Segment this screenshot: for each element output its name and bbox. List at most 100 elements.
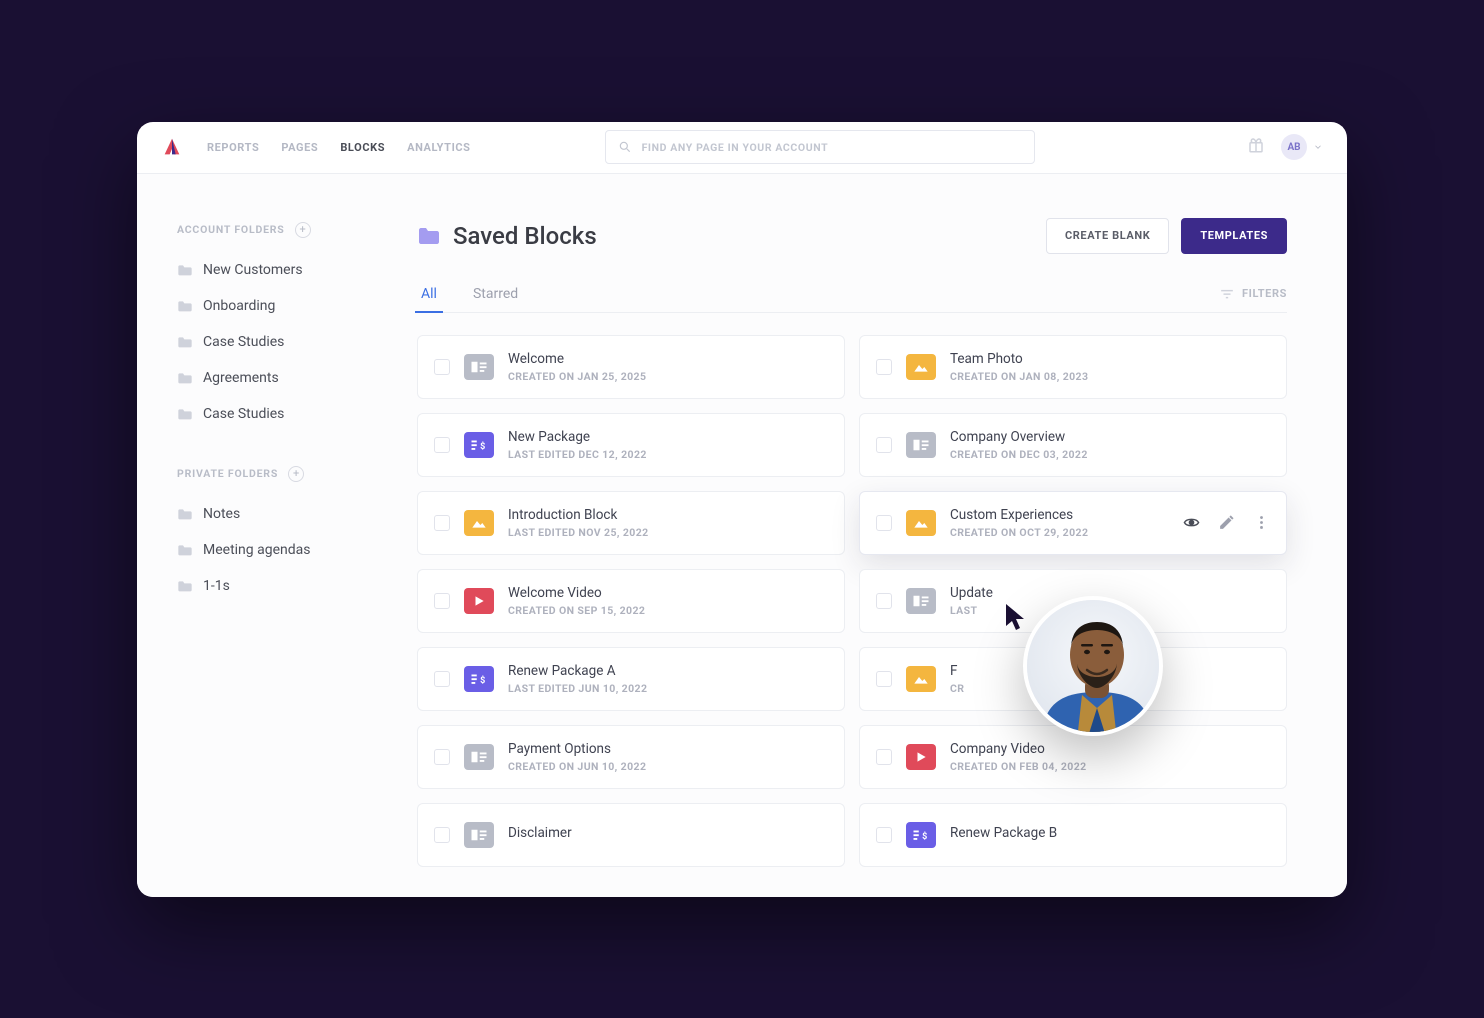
user-avatar: AB [1281,134,1307,160]
block-type-icon [464,744,494,770]
folder-item[interactable]: Case Studies [177,324,377,360]
block-type-icon [906,354,936,380]
search-input[interactable]: FIND ANY PAGE IN YOUR ACCOUNT [605,130,1035,164]
block-card[interactable]: Welcome CREATED ON JAN 25, 2025 [417,335,845,399]
filters-label: FILTERS [1242,287,1287,300]
block-title: Welcome Video [508,585,828,601]
block-card[interactable]: $ Renew Package ALAST EDITED JUN 10, 2022 [417,647,845,711]
block-meta: LAST EDITED JUN 10, 2022 [508,682,828,695]
top-nav: REPORTS PAGES BLOCKS ANALYTICS [207,141,471,154]
select-checkbox[interactable] [434,515,450,531]
block-meta: CREATED ON JAN 25, 2025 [508,370,828,383]
add-account-folder-button[interactable]: + [295,222,311,238]
block-card[interactable]: $Renew Package B [859,803,1287,867]
card-body: Company Video CREATED ON FEB 04, 2022 [950,741,1270,773]
select-checkbox[interactable] [876,359,892,375]
create-blank-button[interactable]: CREATE BLANK [1046,218,1169,254]
user-menu[interactable]: AB [1281,134,1323,160]
block-title: Company Video [950,741,1270,757]
add-private-folder-button[interactable]: + [288,466,304,482]
select-checkbox[interactable] [434,437,450,453]
chevron-down-icon [1313,142,1323,152]
block-type-icon [906,744,936,770]
app-logo [161,136,183,158]
topbar-right: AB [1247,134,1323,160]
card-body: Team PhotoCREATED ON JAN 08, 2023 [950,351,1270,383]
tab-starred[interactable]: Starred [469,276,522,312]
block-meta: LAST EDITED DEC 12, 2022 [508,448,828,461]
card-actions [1183,514,1270,531]
block-card[interactable]: Payment OptionsCREATED ON JUN 10, 2022 [417,725,845,789]
select-checkbox[interactable] [434,671,450,687]
select-checkbox[interactable] [434,827,450,843]
folder-item[interactable]: Meeting agendas [177,532,377,568]
select-checkbox[interactable] [434,593,450,609]
folder-item[interactable]: Agreements [177,360,377,396]
card-body: Payment OptionsCREATED ON JUN 10, 2022 [508,741,828,773]
block-title: Team Photo [950,351,1270,367]
edit-icon[interactable] [1218,514,1235,531]
block-meta: CREATED ON OCT 29, 2022 [950,526,1169,539]
nav-reports[interactable]: REPORTS [207,141,259,154]
block-card[interactable]: $New PackageLAST EDITED DEC 12, 2022 [417,413,845,477]
block-card[interactable]: Company Overview CREATED ON DEC 03, 2022 [859,413,1287,477]
folder-item[interactable]: Case Studies [177,396,377,432]
private-folder-list: NotesMeeting agendas 1-1s [177,496,377,604]
block-title: Company Overview [950,429,1270,445]
select-checkbox[interactable] [876,827,892,843]
select-checkbox[interactable] [876,515,892,531]
block-card[interactable]: Team PhotoCREATED ON JAN 08, 2023 [859,335,1287,399]
filters-button[interactable]: FILTERS [1220,287,1287,300]
select-checkbox[interactable] [876,671,892,687]
folder-item[interactable]: New Customers [177,252,377,288]
select-checkbox[interactable] [876,437,892,453]
tab-all[interactable]: All [417,276,441,312]
block-meta: CREATED ON FEB 04, 2022 [950,760,1270,773]
app-body: ACCOUNT FOLDERS + New CustomersOnboardin… [137,174,1347,897]
block-title: Welcome [508,351,828,367]
block-type-icon [464,510,494,536]
svg-text:$: $ [922,830,927,841]
block-meta: CREATED ON SEP 15, 2022 [508,604,828,617]
select-checkbox[interactable] [876,593,892,609]
templates-button[interactable]: TEMPLATES [1181,218,1287,254]
search-placeholder: FIND ANY PAGE IN YOUR ACCOUNT [642,141,829,154]
select-checkbox[interactable] [876,749,892,765]
account-folder-list: New Customers Onboarding Case Studies Agree… [177,252,377,432]
more-icon[interactable] [1253,514,1270,531]
block-card[interactable]: Disclaimer [417,803,845,867]
cursor-icon [1003,602,1029,634]
gift-icon[interactable] [1247,136,1265,158]
nav-blocks[interactable]: BLOCKS [340,141,385,154]
select-checkbox[interactable] [434,749,450,765]
block-title: New Package [508,429,828,445]
folder-item[interactable]: 1-1s [177,568,377,604]
folder-item[interactable]: Notes [177,496,377,532]
block-meta: CREATED ON DEC 03, 2022 [950,448,1270,461]
folder-item[interactable]: Onboarding [177,288,377,324]
block-type-icon: $ [906,822,936,848]
folder-label: New Customers [203,262,303,278]
block-type-icon: $ [464,666,494,692]
folder-label: 1-1s [203,578,230,594]
sidebar: ACCOUNT FOLDERS + New CustomersOnboardin… [137,174,387,897]
block-card[interactable]: Custom ExperiencesCREATED ON OCT 29, 202… [859,491,1287,555]
card-body: New Package LAST EDITED DEC 12, 2022 [508,429,828,461]
block-type-icon [464,354,494,380]
block-card[interactable]: Company Video CREATED ON FEB 04, 2022 [859,725,1287,789]
card-body: Welcome CREATED ON JAN 25, 2025 [508,351,828,383]
folder-label: Agreements [203,370,279,386]
block-type-icon [906,588,936,614]
card-body: Renew Package ALAST EDITED JUN 10, 2022 [508,663,828,695]
preview-icon[interactable] [1183,514,1200,531]
nav-analytics[interactable]: ANALYTICS [407,141,470,154]
block-card[interactable]: Introduction BlockLAST EDITED NOV 25, 20… [417,491,845,555]
blocks-grid: Welcome CREATED ON JAN 25, 2025 Team Photo… [417,335,1287,897]
filter-icon [1220,288,1234,300]
select-checkbox[interactable] [434,359,450,375]
folder-label: Case Studies [203,334,284,350]
nav-pages[interactable]: PAGES [281,141,318,154]
block-card[interactable]: Welcome Video CREATED ON SEP 15, 2022 [417,569,845,633]
card-body: Welcome Video CREATED ON SEP 15, 2022 [508,585,828,617]
card-body: Disclaimer [508,825,828,844]
